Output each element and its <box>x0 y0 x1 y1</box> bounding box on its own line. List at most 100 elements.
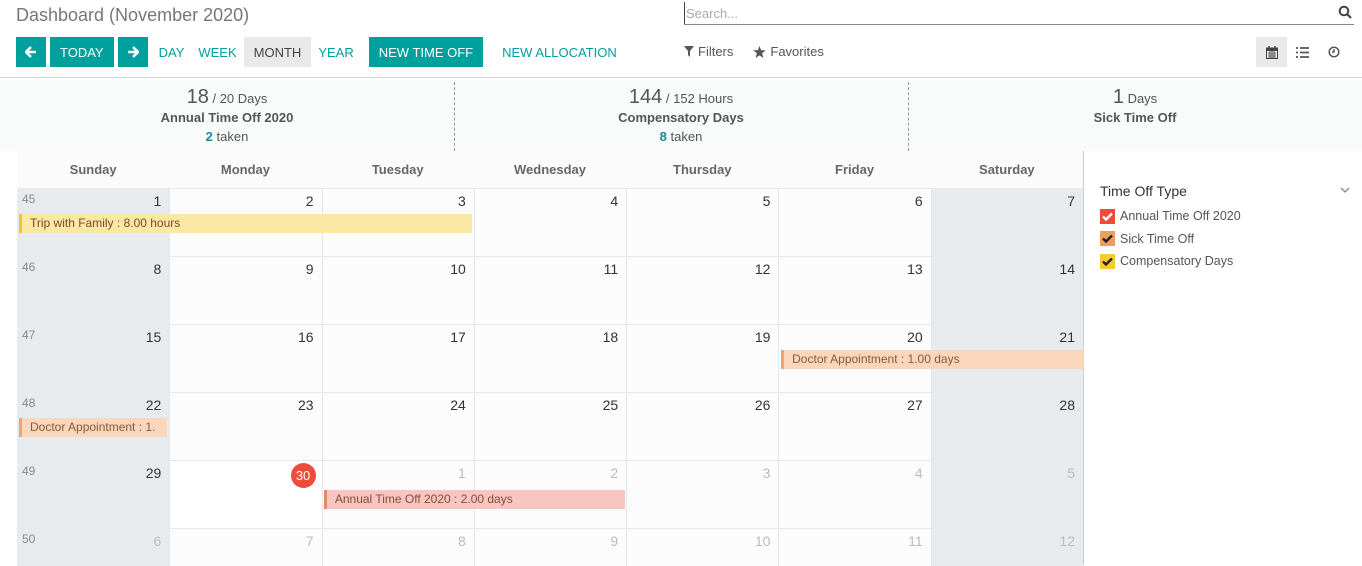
checkbox[interactable] <box>1100 253 1115 269</box>
day-number: 8 <box>153 261 162 277</box>
new-time-off-button[interactable]: NEW TIME OFF <box>368 37 484 67</box>
star-icon <box>753 45 767 58</box>
new-allocation-button[interactable]: NEW ALLOCATION <box>495 37 624 67</box>
calendar-day-cell[interactable]: 5 <box>930 461 1083 528</box>
calendar-day-cell[interactable]: 46 8 <box>17 257 170 324</box>
day-number: 29 <box>145 465 162 481</box>
check-icon <box>1102 234 1113 244</box>
calendar-day-cell[interactable]: 50 6 <box>17 529 170 566</box>
filter-icon <box>684 46 694 57</box>
activity-view-button[interactable] <box>1318 37 1349 67</box>
week-number: 45 <box>22 192 36 206</box>
calendar-day-cell[interactable]: 26 <box>626 393 779 460</box>
summary-compensatory-days[interactable]: 144 / 152 Hours Compensatory Days 8 take… <box>454 79 908 151</box>
view-month-button[interactable]: MONTH <box>243 37 312 67</box>
previous-button[interactable] <box>16 37 46 67</box>
day-number: 25 <box>602 397 619 413</box>
calendar-day-cell[interactable]: 7 <box>169 529 322 566</box>
day-number: 8 <box>458 533 466 549</box>
calendar-day-cell[interactable]: 28 <box>930 393 1083 460</box>
day-number: 7 <box>305 533 314 549</box>
day-number: 5 <box>1067 465 1075 481</box>
view-year-button[interactable]: YEAR <box>311 37 360 67</box>
check-icon <box>1102 212 1113 221</box>
day-number: 12 <box>754 261 771 277</box>
calendar-day-cell[interactable]: 13 <box>778 257 931 324</box>
calendar-day-cell[interactable]: 4 <box>473 189 627 256</box>
summary-title: Annual Time Off 2020 <box>160 110 294 125</box>
day-number: 4 <box>914 465 923 481</box>
calendar-day-cell[interactable]: 19 <box>626 325 779 392</box>
calendar-day-cell[interactable]: 4 <box>778 461 931 528</box>
view-switcher <box>1256 37 1349 67</box>
calendar-week-row: 46 8 9 10 11 12 13 14 <box>17 256 1083 324</box>
time-off-event[interactable]: Annual Time Off 2020 : 2.00 days <box>323 490 625 509</box>
favorites-button[interactable]: Favorites <box>753 44 824 59</box>
week-number: 50 <box>22 532 36 546</box>
day-number: 6 <box>153 533 162 549</box>
day-number: 3 <box>762 465 771 481</box>
time-off-type-filter[interactable]: Compensatory Days <box>1100 250 1241 273</box>
calendar-day-cell[interactable]: 14 <box>930 257 1083 324</box>
check-icon <box>1102 257 1113 266</box>
calendar-day-cell[interactable]: 12 <box>930 529 1083 566</box>
calendar-day-cell[interactable]: 9 <box>473 529 627 566</box>
checkbox[interactable] <box>1100 208 1115 224</box>
calendar-day-cell[interactable]: 30 <box>169 461 322 528</box>
day-number: 14 <box>1059 261 1075 277</box>
calendar-day-cell[interactable]: 7 <box>930 189 1083 256</box>
time-off-type-filter[interactable]: Sick Time Off <box>1100 228 1241 251</box>
time-off-type-list: Annual Time Off 2020 Sick Time Off Compens… <box>1100 205 1241 273</box>
calendar-day-cell[interactable]: 9 <box>169 257 322 324</box>
calendar-day-cell[interactable]: 24 <box>321 393 474 460</box>
day-number: 21 <box>1059 329 1075 345</box>
calendar-day-cell[interactable]: 11 <box>778 529 931 566</box>
filter-label: Annual Time Off 2020 <box>1120 209 1241 224</box>
checkbox[interactable] <box>1100 231 1115 247</box>
calendar-day-cell[interactable]: 10 <box>626 529 779 566</box>
weekday-friday: Friday <box>835 162 875 177</box>
list-icon <box>1296 46 1309 58</box>
chevron-down-icon[interactable] <box>1340 185 1350 195</box>
search-icon[interactable] <box>1338 5 1352 19</box>
calendar-day-cell[interactable]: 17 <box>321 325 474 392</box>
calendar-day-cell[interactable]: 49 29 <box>17 461 170 528</box>
today-button[interactable]: TODAY <box>50 37 114 67</box>
filters-button[interactable]: Filters <box>684 44 733 59</box>
summary-sick-time-off[interactable]: 1 Days Sick Time Off <box>908 79 1362 151</box>
calendar-day-cell[interactable]: 25 <box>473 393 627 460</box>
next-button[interactable] <box>117 37 148 67</box>
calendar-day-cell[interactable]: 47 15 <box>17 325 170 392</box>
time-off-event[interactable]: Doctor Appointment : 1. <box>19 418 168 437</box>
calendar-day-cell[interactable]: 23 <box>169 393 322 460</box>
calendar-day-cell[interactable]: 11 <box>473 257 627 324</box>
summary-value: 18 <box>186 86 209 108</box>
view-day-button[interactable]: DAY <box>152 37 192 67</box>
calendar-day-cell[interactable]: 10 <box>321 257 474 324</box>
calendar-day-cell[interactable]: 18 <box>473 325 627 392</box>
calendar-icon <box>1265 45 1278 59</box>
calendar-view-button[interactable] <box>1256 37 1287 67</box>
filter-label: Compensatory Days <box>1120 254 1234 269</box>
search-input[interactable] <box>684 2 1324 24</box>
calendar-day-cell[interactable]: 12 <box>626 257 779 324</box>
weekday-wednesday: Wednesday <box>513 162 586 177</box>
calendar-day-cell[interactable]: 16 <box>169 325 322 392</box>
view-week-button[interactable]: WEEK <box>191 37 243 67</box>
list-view-button[interactable] <box>1287 37 1318 67</box>
day-number: 17 <box>450 329 466 345</box>
calendar-day-cell[interactable]: 3 <box>626 461 779 528</box>
calendar-day-cell[interactable]: 6 <box>778 189 931 256</box>
day-number: 6 <box>914 193 923 209</box>
calendar-day-cell[interactable]: 27 <box>778 393 931 460</box>
summary-annual-time-off[interactable]: 18 / 20 Days Annual Time Off 2020 2 take… <box>0 79 454 151</box>
calendar-day-cell[interactable]: 5 <box>626 189 779 256</box>
day-number: 23 <box>297 397 314 413</box>
time-off-type-filter[interactable]: Annual Time Off 2020 <box>1100 205 1241 228</box>
calendar-day-cell[interactable]: 8 <box>321 529 474 566</box>
weekday-tuesday: Tuesday <box>371 162 424 177</box>
time-off-event[interactable]: Trip with Family : 8.00 hours <box>19 214 473 233</box>
day-number: 9 <box>305 261 314 277</box>
time-off-event[interactable]: Doctor Appointment : 1.00 days <box>781 350 1084 369</box>
weekday-sunday: Sunday <box>69 162 117 177</box>
